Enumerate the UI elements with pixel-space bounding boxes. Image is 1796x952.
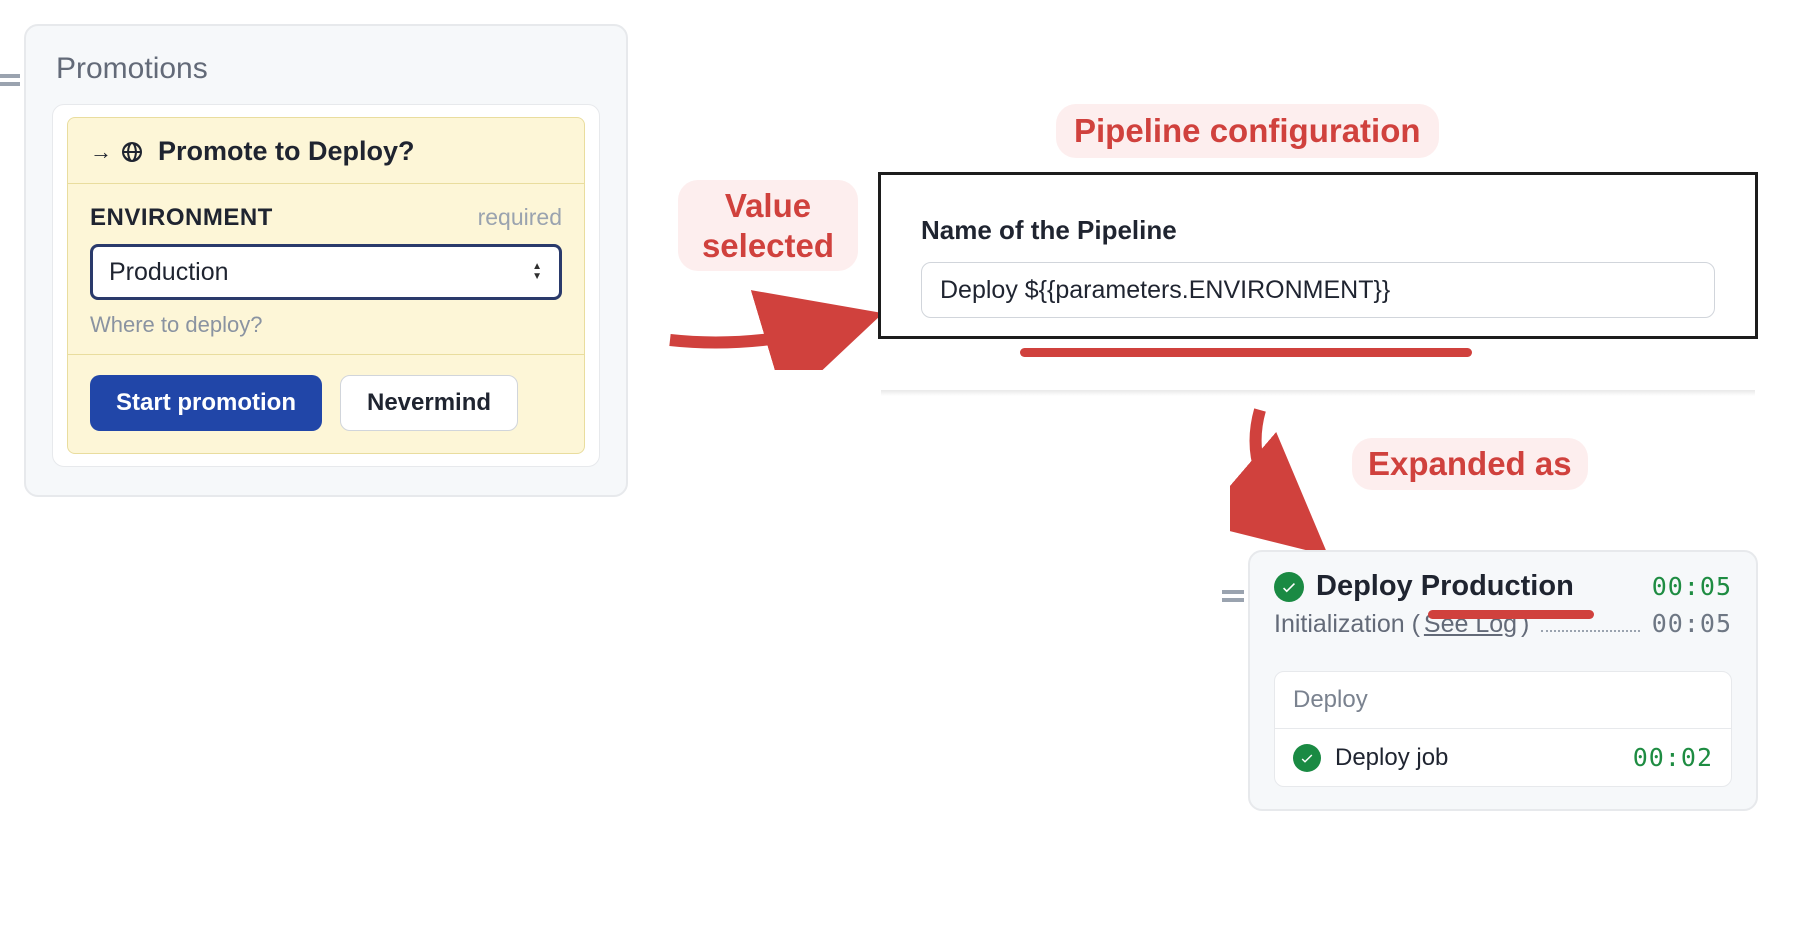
connector-stub [0,82,20,86]
pipeline-result-time: 00:05 [1652,572,1732,601]
globe-icon [120,140,144,164]
initialization-label-prefix: Initialization ( [1274,610,1420,639]
pipeline-name-label: Name of the Pipeline [921,215,1715,246]
job-row[interactable]: Deploy job 00:02 [1275,729,1731,786]
promotion-form: → Promote to Deploy? ENVIRONMENT require… [67,117,585,454]
promotion-header: → Promote to Deploy? [68,118,584,184]
connector-stub [1222,598,1244,602]
pipeline-config-box: Name of the Pipeline Deploy ${{parameter… [878,172,1758,339]
annotation-expanded-as: Expanded as [1352,438,1588,490]
arrow-right-icon: → [90,139,112,165]
promotion-actions: Start promotion Nevermind [68,355,584,453]
dotted-separator [1541,630,1639,632]
promotions-panel-title: Promotions [56,52,596,86]
block-list: Deploy Deploy job 00:02 [1274,671,1732,787]
job-time: 00:02 [1633,743,1713,772]
environment-help-text: Where to deploy? [90,312,562,338]
check-icon [1293,744,1321,772]
annotation-underline [1428,610,1594,619]
pipeline-result-header: Deploy Production 00:05 [1274,570,1732,603]
environment-selected-value: Production [109,258,229,287]
connector-stub [1222,590,1244,594]
required-badge: required [478,204,562,231]
job-name: Deploy job [1335,744,1619,772]
arrow-icon [660,290,890,370]
pipeline-result-title: Deploy Production [1316,570,1640,603]
block-name: Deploy [1275,672,1731,729]
pipeline-name-value: Deploy ${{parameters.ENVIRONMENT}} [940,276,1390,305]
initialization-time: 00:05 [1652,609,1732,638]
start-promotion-button[interactable]: Start promotion [90,375,322,431]
arrow-icon [1230,400,1350,560]
pipeline-result-panel: Deploy Production 00:05 Initialization (… [1248,550,1758,811]
promotion-title: Promote to Deploy? [158,136,415,167]
check-icon [1274,572,1304,602]
nevermind-button[interactable]: Nevermind [340,375,518,431]
annotation-value-selected: Value selected [678,180,858,271]
environment-label: ENVIRONMENT [90,204,273,232]
environment-select[interactable]: Production ▲ ▼ [90,244,562,300]
decorative-shadow [881,390,1755,396]
pipeline-name-input[interactable]: Deploy ${{parameters.ENVIRONMENT}} [921,262,1715,318]
promotion-body: ENVIRONMENT required Production ▲ ▼ Wher… [68,184,584,355]
promotion-card: → Promote to Deploy? ENVIRONMENT require… [52,104,600,467]
annotation-underline [1020,348,1472,357]
select-caret-icon: ▲ ▼ [532,263,542,281]
promotions-panel: Promotions → Promote to Deploy? ENVIRONM… [24,24,628,497]
connector-stub [0,74,20,78]
annotation-pipeline-config: Pipeline configuration [1056,104,1439,158]
